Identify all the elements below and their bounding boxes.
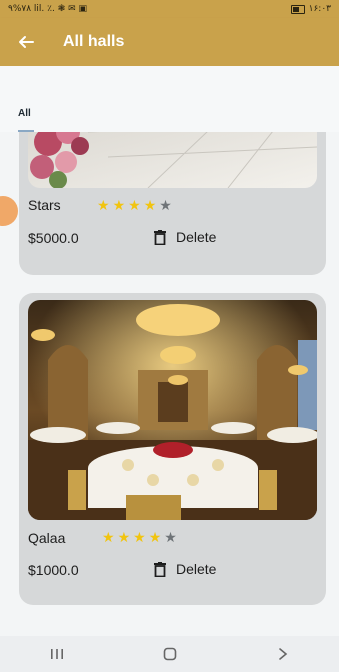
halls-list[interactable]: Stars ★ ★ ★ ★ ★ $5000.0 Delete Qalaa ★ ★… (0, 132, 339, 636)
hall-card[interactable]: Stars ★ ★ ★ ★ ★ $5000.0 Delete (19, 132, 326, 275)
status-right: ۱۶:۰۳ (290, 4, 331, 14)
rating-stars: ★ ★ ★ ★ ★ (102, 530, 177, 544)
star-icon: ★ (97, 197, 110, 213)
hall-name: Qalaa (28, 530, 66, 546)
hall-card[interactable]: Qalaa ★ ★ ★ ★ ★ $1000.0 Delete (19, 293, 326, 605)
hall-name: Stars (28, 197, 61, 213)
star-icon: ★ (112, 197, 126, 213)
page-title: All halls (63, 33, 125, 50)
star-icon: ★ (148, 529, 162, 545)
recents-icon (50, 649, 63, 659)
banquet-hall-image (28, 300, 317, 520)
hall-price: $1000.0 (28, 562, 79, 578)
star-icon: ★ (102, 529, 115, 545)
star-icon: ★ (164, 529, 177, 545)
trash-icon (154, 561, 166, 577)
marble-floor-image (28, 132, 317, 188)
tab-all[interactable]: All (18, 108, 31, 119)
star-icon: ★ (143, 197, 157, 213)
delete-label: Delete (176, 229, 217, 245)
hall-image (28, 300, 317, 520)
star-icon: ★ (117, 529, 131, 545)
status-time: ۱۶:۰۳ (308, 4, 331, 14)
app-bar: All halls (0, 18, 339, 66)
hall-price: $5000.0 (28, 230, 79, 246)
home-icon (163, 647, 176, 661)
trash-icon (154, 229, 166, 245)
delete-label: Delete (176, 561, 217, 577)
chevron-right-icon (278, 648, 287, 660)
hall-image (28, 132, 317, 188)
system-back-button[interactable] (263, 639, 303, 669)
status-bar: ۹%۷۸ lil. ٪. ❃ ✉ ▣ ۱۶:۰۳ (0, 0, 339, 18)
home-button[interactable] (150, 639, 190, 669)
battery-icon (290, 4, 305, 14)
status-left: ۹%۷۸ lil. ٪. ❃ ✉ ▣ (8, 4, 88, 14)
arrow-left-icon (19, 36, 34, 48)
rating-stars: ★ ★ ★ ★ ★ (97, 198, 172, 212)
back-button[interactable] (14, 30, 38, 54)
system-nav-bar (0, 636, 339, 672)
delete-button[interactable]: Delete (154, 561, 216, 577)
star-icon: ★ (159, 197, 172, 213)
recents-button[interactable] (37, 639, 77, 669)
star-icon: ★ (128, 197, 141, 213)
delete-button[interactable]: Delete (154, 229, 216, 245)
tab-bar: All (0, 66, 339, 132)
star-icon: ★ (133, 529, 146, 545)
